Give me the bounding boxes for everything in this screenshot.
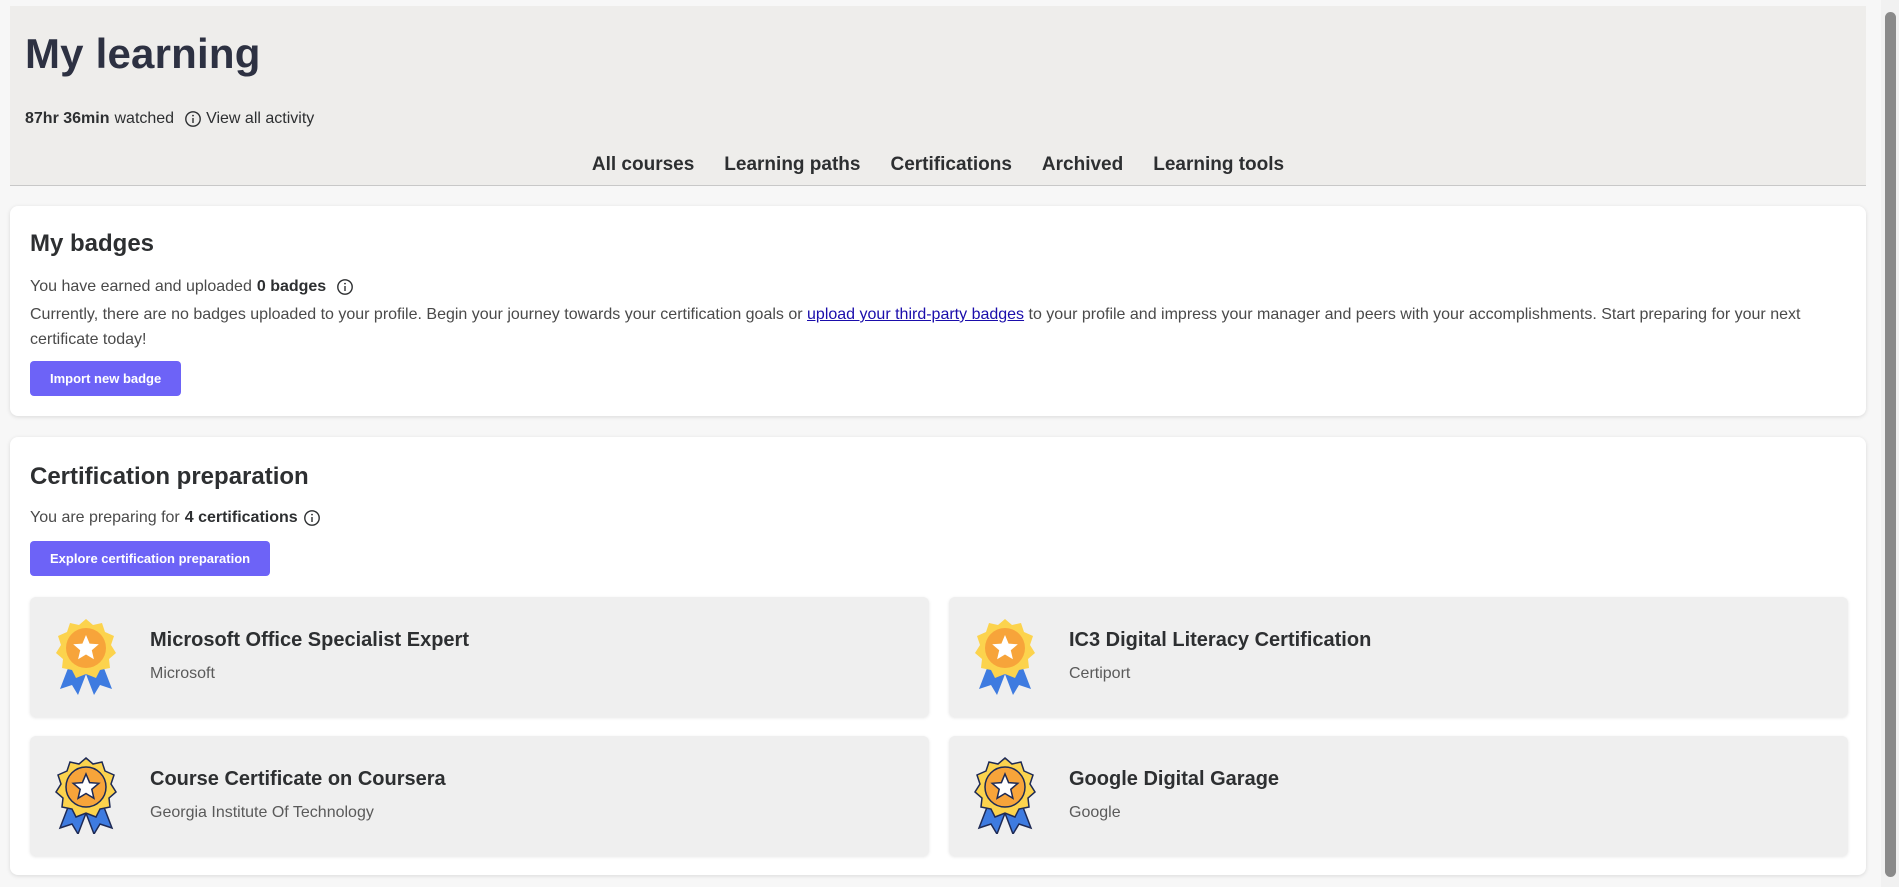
certification-summary-text: You are preparing for xyxy=(30,509,180,526)
page-header: My learning 87hr 36min watched View all … xyxy=(10,6,1866,186)
certification-issuer: Certiport xyxy=(1069,665,1131,682)
tab-learning-paths[interactable]: Learning paths xyxy=(724,154,860,184)
medal-ribbon-icon xyxy=(971,615,1039,695)
info-icon[interactable] xyxy=(336,278,354,296)
scrollbar-track[interactable] xyxy=(1881,0,1899,887)
activity-summary: 87hr 36min watched View all activity xyxy=(25,110,314,128)
tab-archived[interactable]: Archived xyxy=(1042,154,1123,184)
medal-badge-icon xyxy=(971,754,1039,836)
certification-summary: You are preparing for 4 certifications xyxy=(30,509,321,527)
tab-learning-tools[interactable]: Learning tools xyxy=(1153,154,1284,184)
my-badges-heading: My badges xyxy=(30,230,155,257)
certification-name: Google Digital Garage xyxy=(1069,768,1280,790)
badges-count: 0 badges xyxy=(256,278,327,295)
explore-certification-preparation-button[interactable]: Explore certification preparation xyxy=(30,541,271,576)
tab-all-courses[interactable]: All courses xyxy=(592,154,694,184)
certification-issuer: Google xyxy=(1069,804,1121,821)
badges-summary: You have earned and uploaded 0 badges xyxy=(30,278,354,296)
watched-time: 87hr 36min xyxy=(25,110,110,127)
certification-preparation-card: Certification preparation You are prepar… xyxy=(10,437,1866,875)
certification-name: IC3 Digital Literacy Certification xyxy=(1069,629,1372,651)
badges-description-before: Currently, there are no badges uploaded … xyxy=(30,306,808,323)
scrollbar-thumb[interactable] xyxy=(1885,12,1896,877)
page-title: My learning xyxy=(25,30,261,77)
upload-third-party-badges-link[interactable]: upload your third-party badges xyxy=(807,306,1024,323)
medal-ribbon-icon xyxy=(52,615,120,695)
info-icon[interactable] xyxy=(303,509,321,527)
certification-name: Microsoft Office Specialist Expert xyxy=(150,629,469,651)
badges-description: Currently, there are no badges uploaded … xyxy=(30,302,1850,352)
learning-tabs: All courses Learning paths Certification… xyxy=(10,154,1866,184)
certification-issuer: Georgia Institute Of Technology xyxy=(150,804,374,821)
certification-count: 4 certifications xyxy=(184,509,298,526)
certification-tile[interactable]: Google Digital Garage Google xyxy=(949,736,1848,856)
certification-tile[interactable]: Microsoft Office Specialist Expert Micro… xyxy=(30,597,929,717)
certification-heading: Certification preparation xyxy=(30,463,309,490)
my-badges-card: My badges You have earned and uploaded 0… xyxy=(10,206,1866,416)
view-all-activity-link[interactable]: View all activity xyxy=(206,110,314,128)
import-new-badge-button[interactable]: Import new badge xyxy=(30,361,182,396)
certification-name: Course Certificate on Coursera xyxy=(150,768,446,790)
badges-summary-text: You have earned and uploaded xyxy=(30,278,252,295)
medal-badge-icon xyxy=(52,754,120,836)
tab-certifications[interactable]: Certifications xyxy=(890,154,1011,184)
watched-label: watched xyxy=(114,110,175,127)
info-icon[interactable] xyxy=(184,110,202,128)
certification-tile[interactable]: IC3 Digital Literacy Certification Certi… xyxy=(949,597,1848,717)
certification-issuer: Microsoft xyxy=(150,665,215,682)
certification-tile[interactable]: Course Certificate on Coursera Georgia I… xyxy=(30,736,929,856)
